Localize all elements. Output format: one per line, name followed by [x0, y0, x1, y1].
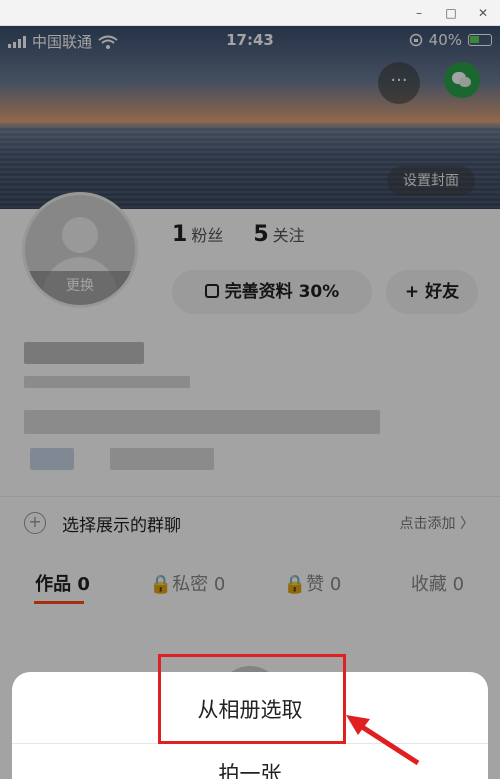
- maximize-button[interactable]: □: [436, 3, 466, 23]
- close-button[interactable]: ✕: [468, 3, 498, 23]
- annotation-arrow-icon: [346, 715, 420, 766]
- annotation-highlight-box: [158, 654, 346, 744]
- window-titlebar: – □ ✕: [0, 0, 500, 26]
- minimize-button[interactable]: –: [404, 3, 434, 23]
